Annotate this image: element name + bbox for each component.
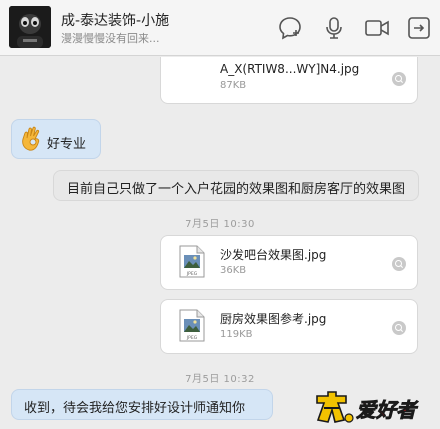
file-size: 87KB: [220, 80, 247, 91]
incoming-message: 收到，待会我给您安排好设计师通知你: [11, 389, 273, 420]
video-call-icon[interactable]: [364, 15, 390, 41]
ok-hand-emoji-icon: [22, 126, 40, 151]
message-text: 目前自己只做了一个入户花园的效果图和厨房客厅的效果图: [67, 182, 406, 197]
message-text: 好专业: [47, 137, 87, 152]
file-name: 沙发吧台效果图.jpg: [220, 248, 327, 262]
share-screen-icon[interactable]: [406, 15, 432, 41]
jpeg-file-icon: JPEG: [179, 309, 205, 342]
contact-avatar[interactable]: [9, 6, 51, 48]
message-timestamp: 7月5日 10:30: [185, 219, 255, 230]
jpeg-file-icon: JPEG: [179, 245, 205, 278]
microphone-icon[interactable]: [321, 15, 347, 41]
file-message[interactable]: JPEG 沙发吧台效果图.jpg 36KB: [160, 235, 418, 290]
preview-magnifier-icon[interactable]: [392, 321, 406, 335]
watermark-logo: 爱好者: [314, 388, 432, 426]
chat-message-area[interactable]: A_X(RTIW8...WY]N4.jpg 87KB 好专业 目前自己只做了一个…: [0, 57, 440, 429]
svg-text:JPEG: JPEG: [186, 271, 198, 277]
chat-header: 成-泰达装饰-小施 漫漫慢慢没有回来...: [0, 0, 440, 56]
file-name: 厨房效果图参考.jpg: [220, 312, 327, 326]
file-message[interactable]: JPEG 厨房效果图参考.jpg 119KB: [160, 299, 418, 354]
file-message-partial[interactable]: A_X(RTIW8...WY]N4.jpg 87KB: [160, 57, 418, 104]
outgoing-message: 目前自己只做了一个入户花园的效果图和厨房客厅的效果图: [53, 170, 419, 201]
file-size: 36KB: [220, 265, 247, 276]
preview-magnifier-icon[interactable]: [392, 257, 406, 271]
contact-name: 成-泰达装饰-小施: [61, 13, 170, 29]
incoming-message: 好专业: [11, 119, 101, 159]
contact-status: 漫漫慢慢没有回来...: [61, 32, 160, 45]
message-timestamp: 7月5日 10:32: [185, 374, 255, 385]
watermark-text: 爱好者: [356, 398, 419, 422]
file-name: A_X(RTIW8...WY]N4.jpg: [220, 62, 360, 76]
message-text: 收到，待会我给您安排好设计师通知你: [24, 401, 246, 416]
chat-bubble-add-icon[interactable]: [277, 15, 303, 41]
svg-text:JPEG: JPEG: [186, 335, 198, 341]
file-size: 119KB: [220, 329, 253, 340]
preview-magnifier-icon[interactable]: [392, 72, 406, 86]
